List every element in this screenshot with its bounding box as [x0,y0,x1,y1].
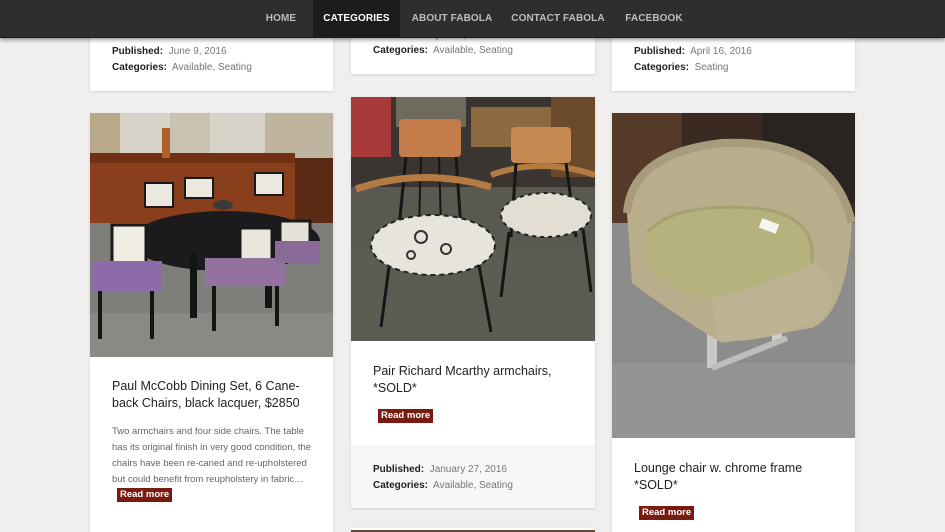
post-title[interactable]: Lounge chair w. chrome frame *SOLD* [634,460,834,494]
mcarthy-image [351,97,595,341]
mcarthy-photo[interactable] [351,97,595,341]
post-excerpt: Two armchairs and four side chairs. The … [112,426,312,485]
published-date: January 27, 2016 [429,464,507,475]
post-card-lounge-chair: Lounge chair w. chrome frame *SOLD* Read… [612,113,855,532]
dining-set-image [90,113,333,357]
post-card-top-3: Published: April 16, 2016 Categories: Se… [612,30,855,91]
lounge-chair-image [612,113,855,438]
read-more-button[interactable]: Read more [117,488,173,502]
read-more-button[interactable]: Read more [639,506,695,520]
categories-label: Categories: [634,62,690,73]
dining-set-photo[interactable] [90,113,333,357]
published-row: Published: April 16, 2016 [634,46,752,57]
published-row: Published: January 27, 2016 [373,464,507,475]
published-label: Published: [112,46,164,57]
categories-label: Categories: [112,62,168,73]
top-nav: HOME CATEGORIES ABOUT FABOLA CONTACT FAB… [0,0,945,38]
post-card-top-1: Published: June 9, 2016 Categories: Avai… [90,30,333,91]
nav-about[interactable]: ABOUT FABOLA [407,0,497,38]
nav-home[interactable]: HOME [255,0,307,38]
category-link[interactable]: Seating [479,480,513,491]
published-date: April 16, 2016 [690,46,752,57]
post-title[interactable]: Pair Richard Mcarthy armchairs, *SOLD* [373,363,573,397]
post-card-mcarthy: Pair Richard Mcarthy armchairs, *SOLD* R… [351,97,595,508]
published-label: Published: [373,464,425,475]
published-label: Published: [634,46,686,57]
published-date: June 9, 2016 [168,46,227,57]
categories-row: Categories: Available, Seating [373,45,513,56]
categories-row: Categories: Available, Seating [112,62,252,73]
published-row: Published: June 9, 2016 [112,46,227,57]
category-link[interactable]: Available [433,480,473,491]
post-card-next [351,528,595,532]
category-link[interactable]: Seating [479,45,513,56]
categories-label: Categories: [373,45,429,56]
categories-label: Categories: [373,480,429,491]
post-meta-footer [351,445,595,508]
categories-row: Categories: Available, Seating [373,480,513,491]
post-title[interactable]: Paul McCobb Dining Set, 6 Cane-back Chai… [112,378,312,412]
nav-contact[interactable]: CONTACT FABOLA [505,0,611,38]
nav-facebook[interactable]: FACEBOOK [620,0,688,38]
categories-row: Categories: Seating [634,62,729,73]
nav-categories[interactable]: CATEGORIES [313,0,400,38]
category-link[interactable]: Available [433,45,473,56]
lounge-chair-photo[interactable] [612,113,855,438]
category-link[interactable]: Seating [695,62,729,73]
read-more-button[interactable]: Read more [378,409,434,423]
post-card-dining-set: Paul McCobb Dining Set, 6 Cane-back Chai… [90,113,333,532]
category-link[interactable]: Available [172,62,212,73]
category-link[interactable]: Seating [218,62,252,73]
